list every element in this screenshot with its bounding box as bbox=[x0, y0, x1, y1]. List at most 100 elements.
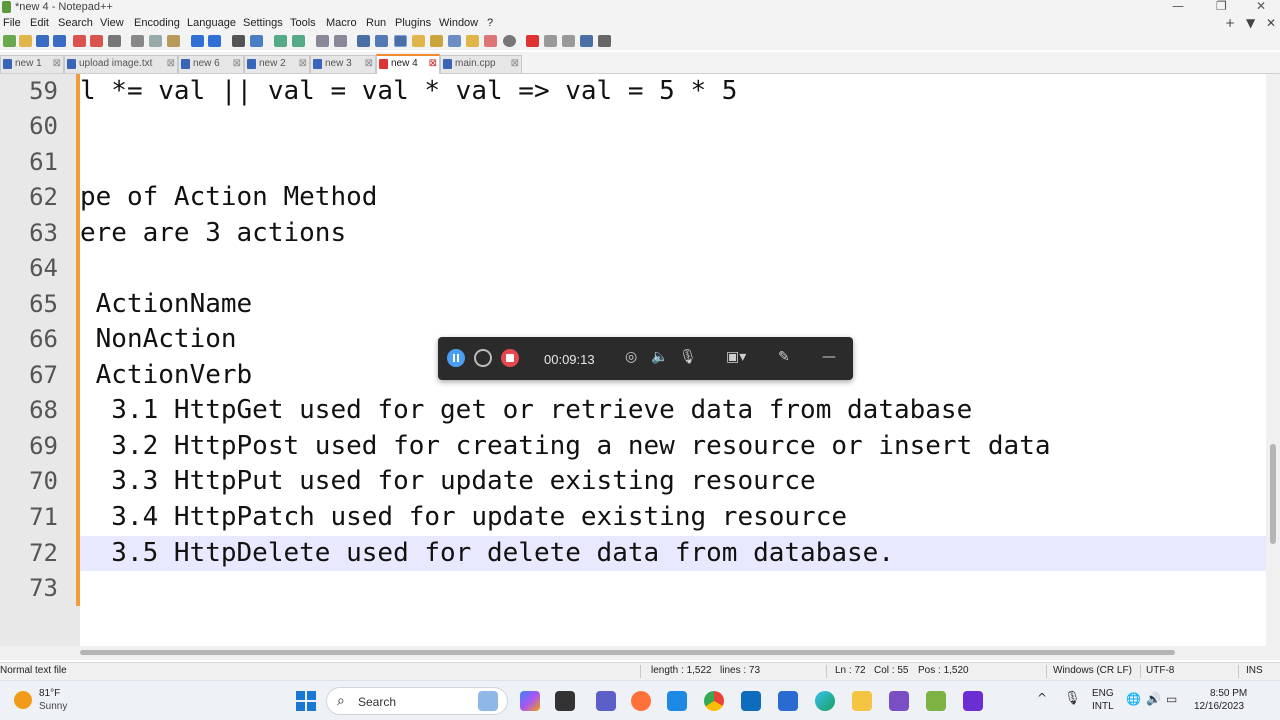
vertical-scroll-thumb[interactable] bbox=[1270, 444, 1276, 544]
redo-icon[interactable] bbox=[208, 35, 221, 47]
close-icon[interactable] bbox=[73, 35, 86, 47]
encoding[interactable]: UTF-8 bbox=[1146, 665, 1174, 676]
close-doc-button[interactable]: ✕ bbox=[1266, 16, 1276, 30]
menu-file[interactable]: File bbox=[3, 17, 21, 29]
tray-chevron-icon[interactable]: ^ bbox=[1037, 691, 1047, 705]
menu-view[interactable]: View bbox=[100, 17, 124, 29]
clock-date[interactable]: 12/16/2023 bbox=[1194, 701, 1244, 712]
store-icon[interactable] bbox=[778, 691, 798, 711]
notepad-plus-plus-icon[interactable] bbox=[926, 691, 946, 711]
all-chars-icon[interactable] bbox=[375, 35, 388, 47]
save-icon[interactable] bbox=[36, 35, 49, 47]
restore-button[interactable]: ❐ bbox=[1216, 0, 1227, 13]
close-tab-icon[interactable]: ⊠ bbox=[167, 56, 175, 72]
speaker-icon[interactable]: 🔈 bbox=[651, 349, 668, 365]
menu-help[interactable]: ? bbox=[487, 17, 493, 29]
vertical-scrollbar[interactable] bbox=[1266, 74, 1280, 646]
vscode-icon[interactable] bbox=[667, 691, 687, 711]
copy-icon[interactable] bbox=[149, 35, 162, 47]
windows-start-icon[interactable] bbox=[296, 691, 316, 711]
firefox-icon[interactable] bbox=[631, 691, 651, 711]
weather-condition[interactable]: Sunny bbox=[39, 701, 67, 712]
zoom-in-icon[interactable] bbox=[274, 35, 287, 47]
pen-icon[interactable]: ✎ bbox=[778, 349, 790, 365]
stop-macro-icon[interactable] bbox=[526, 35, 539, 47]
folder-icon[interactable] bbox=[852, 691, 872, 711]
terminal-icon[interactable] bbox=[555, 691, 575, 711]
sync-v-icon[interactable] bbox=[316, 35, 329, 47]
minimize-icon[interactable]: — bbox=[822, 349, 836, 365]
close-tab-icon[interactable]: ⊠ bbox=[511, 56, 519, 72]
menu-macro[interactable]: Macro bbox=[326, 17, 357, 29]
print-icon[interactable] bbox=[108, 35, 121, 47]
spell-check-icon[interactable] bbox=[598, 35, 611, 47]
replace-icon[interactable] bbox=[250, 35, 263, 47]
menu-run[interactable]: Run bbox=[366, 17, 386, 29]
record-macro-icon[interactable] bbox=[503, 35, 516, 47]
paste-icon[interactable] bbox=[167, 35, 180, 47]
input-language[interactable]: ENG bbox=[1092, 688, 1114, 699]
chrome-icon[interactable] bbox=[704, 691, 724, 711]
menu-search[interactable]: Search bbox=[58, 17, 93, 29]
close-tab-icon[interactable]: ⊠ bbox=[429, 56, 437, 72]
indent-guide-icon[interactable] bbox=[394, 35, 407, 47]
teams-icon[interactable] bbox=[596, 691, 616, 711]
save-macro-icon[interactable] bbox=[580, 35, 593, 47]
screenshot-icon[interactable]: ▣▾ bbox=[726, 349, 746, 365]
copilot-icon[interactable] bbox=[520, 691, 540, 711]
battery-icon[interactable]: ▭ bbox=[1166, 692, 1177, 706]
close-all-icon[interactable] bbox=[90, 35, 103, 47]
clock-time[interactable]: 8:50 PM bbox=[1210, 688, 1247, 699]
add-tab-button[interactable]: + bbox=[1225, 16, 1235, 30]
menu-window[interactable]: Window bbox=[439, 17, 478, 29]
cut-icon[interactable] bbox=[131, 35, 144, 47]
monitor-icon[interactable] bbox=[484, 35, 497, 47]
weather-temperature[interactable]: 81°F bbox=[39, 688, 60, 699]
function-list-icon[interactable] bbox=[448, 35, 461, 47]
run-macro-icon[interactable] bbox=[562, 35, 575, 47]
edge-icon[interactable] bbox=[815, 691, 835, 711]
visual-studio-icon[interactable] bbox=[889, 691, 909, 711]
close-tab-icon[interactable]: ⊠ bbox=[53, 56, 61, 72]
close-tab-icon[interactable]: ⊠ bbox=[365, 56, 373, 72]
tab-new-1[interactable]: new 1 ⊠ bbox=[0, 55, 64, 73]
tab-main-cpp[interactable]: main.cpp ⊠ bbox=[440, 55, 522, 73]
zoom-out-icon[interactable] bbox=[292, 35, 305, 47]
tab-list-button[interactable]: ▼ bbox=[1246, 16, 1255, 30]
tab-new-2[interactable]: new 2 ⊠ bbox=[244, 55, 310, 73]
tab-upload-image[interactable]: upload image.txt ⊠ bbox=[64, 55, 178, 73]
microphone-icon[interactable]: 🎙 bbox=[1064, 691, 1081, 706]
new-file-icon[interactable] bbox=[3, 35, 16, 47]
horizontal-scrollbar[interactable] bbox=[0, 646, 1280, 660]
menu-tools[interactable]: Tools bbox=[290, 17, 316, 29]
tab-new-3[interactable]: new 3 ⊠ bbox=[310, 55, 376, 73]
menu-encoding[interactable]: Encoding bbox=[134, 17, 180, 29]
play-macro-icon[interactable] bbox=[544, 35, 557, 47]
tab-new-6[interactable]: new 6 ⊠ bbox=[178, 55, 244, 73]
close-tab-icon[interactable]: ⊠ bbox=[299, 56, 307, 72]
microphone-icon[interactable]: 🎙 bbox=[679, 349, 697, 365]
eol-format[interactable]: Windows (CR LF) bbox=[1053, 665, 1132, 676]
close-tab-icon[interactable]: ⊠ bbox=[233, 56, 241, 72]
minimize-button[interactable]: — bbox=[1172, 0, 1184, 13]
pause-icon[interactable] bbox=[447, 349, 465, 367]
volume-icon[interactable]: 🔊 bbox=[1146, 692, 1161, 706]
doc-map-icon[interactable] bbox=[430, 35, 443, 47]
file-explorer-icon[interactable] bbox=[478, 691, 498, 711]
menu-plugins[interactable]: Plugins bbox=[395, 17, 431, 29]
mail-icon[interactable] bbox=[741, 691, 761, 711]
menu-edit[interactable]: Edit bbox=[30, 17, 49, 29]
sync-h-icon[interactable] bbox=[334, 35, 347, 47]
udl-icon[interactable] bbox=[412, 35, 425, 47]
undo-icon[interactable] bbox=[191, 35, 204, 47]
restart-icon[interactable] bbox=[474, 349, 492, 367]
horizontal-scroll-thumb[interactable] bbox=[80, 650, 1175, 655]
menu-settings[interactable]: Settings bbox=[243, 17, 283, 29]
stop-icon[interactable] bbox=[501, 349, 519, 367]
menu-language[interactable]: Language bbox=[187, 17, 236, 29]
folder-workspace-icon[interactable] bbox=[466, 35, 479, 47]
sun-icon[interactable] bbox=[14, 691, 32, 709]
webcam-icon[interactable]: ◎ bbox=[625, 349, 637, 365]
find-icon[interactable] bbox=[232, 35, 245, 47]
insert-mode[interactable]: INS bbox=[1246, 665, 1263, 676]
